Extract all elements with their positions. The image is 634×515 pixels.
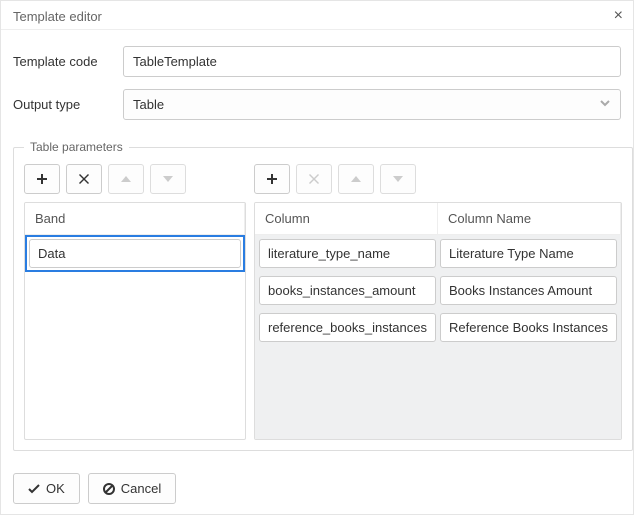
check-icon — [28, 483, 40, 495]
column-row[interactable]: reference_books_instancesReference Books… — [255, 309, 621, 346]
caret-up-icon — [351, 174, 361, 184]
column-name-input[interactable]: Reference Books Instances — [440, 313, 617, 342]
plus-icon — [37, 174, 47, 184]
cancel-icon — [103, 483, 115, 495]
column-key-header: Column — [255, 203, 438, 235]
cancel-label: Cancel — [121, 481, 161, 496]
column-row[interactable]: literature_type_nameLiterature Type Name — [255, 235, 621, 272]
close-icon[interactable]: × — [614, 7, 623, 25]
col-up-button[interactable] — [338, 164, 374, 194]
column-row[interactable]: books_instances_amountBooks Instances Am… — [255, 272, 621, 309]
ok-label: OK — [46, 481, 65, 496]
template-code-input[interactable] — [123, 46, 621, 77]
caret-up-icon — [121, 174, 131, 184]
table-params-legend: Table parameters — [24, 140, 129, 154]
cancel-button[interactable]: Cancel — [88, 473, 176, 504]
plus-icon — [267, 174, 277, 184]
col-add-button[interactable] — [254, 164, 290, 194]
col-down-button[interactable] — [380, 164, 416, 194]
template-code-label: Template code — [13, 54, 123, 69]
x-icon — [79, 174, 89, 184]
band-down-button[interactable] — [150, 164, 186, 194]
column-key-input[interactable]: books_instances_amount — [259, 276, 436, 305]
band-up-button[interactable] — [108, 164, 144, 194]
output-type-label: Output type — [13, 97, 123, 112]
caret-down-icon — [393, 174, 403, 184]
dialog-title: Template editor — [13, 9, 102, 24]
band-column-header: Band — [25, 203, 245, 235]
column-key-input[interactable]: literature_type_name — [259, 239, 436, 268]
band-add-button[interactable] — [24, 164, 60, 194]
output-type-select[interactable]: Table — [123, 89, 621, 120]
column-name-input[interactable]: Books Instances Amount — [440, 276, 617, 305]
caret-down-icon — [163, 174, 173, 184]
col-remove-button[interactable] — [296, 164, 332, 194]
x-icon — [309, 174, 319, 184]
column-name-input[interactable]: Literature Type Name — [440, 239, 617, 268]
output-type-value: Table — [133, 97, 164, 112]
chevron-down-icon — [599, 97, 611, 112]
band-cell-input[interactable]: Data — [29, 239, 241, 268]
column-key-input[interactable]: reference_books_instances — [259, 313, 436, 342]
band-remove-button[interactable] — [66, 164, 102, 194]
column-name-header: Column Name — [438, 203, 621, 235]
ok-button[interactable]: OK — [13, 473, 80, 504]
